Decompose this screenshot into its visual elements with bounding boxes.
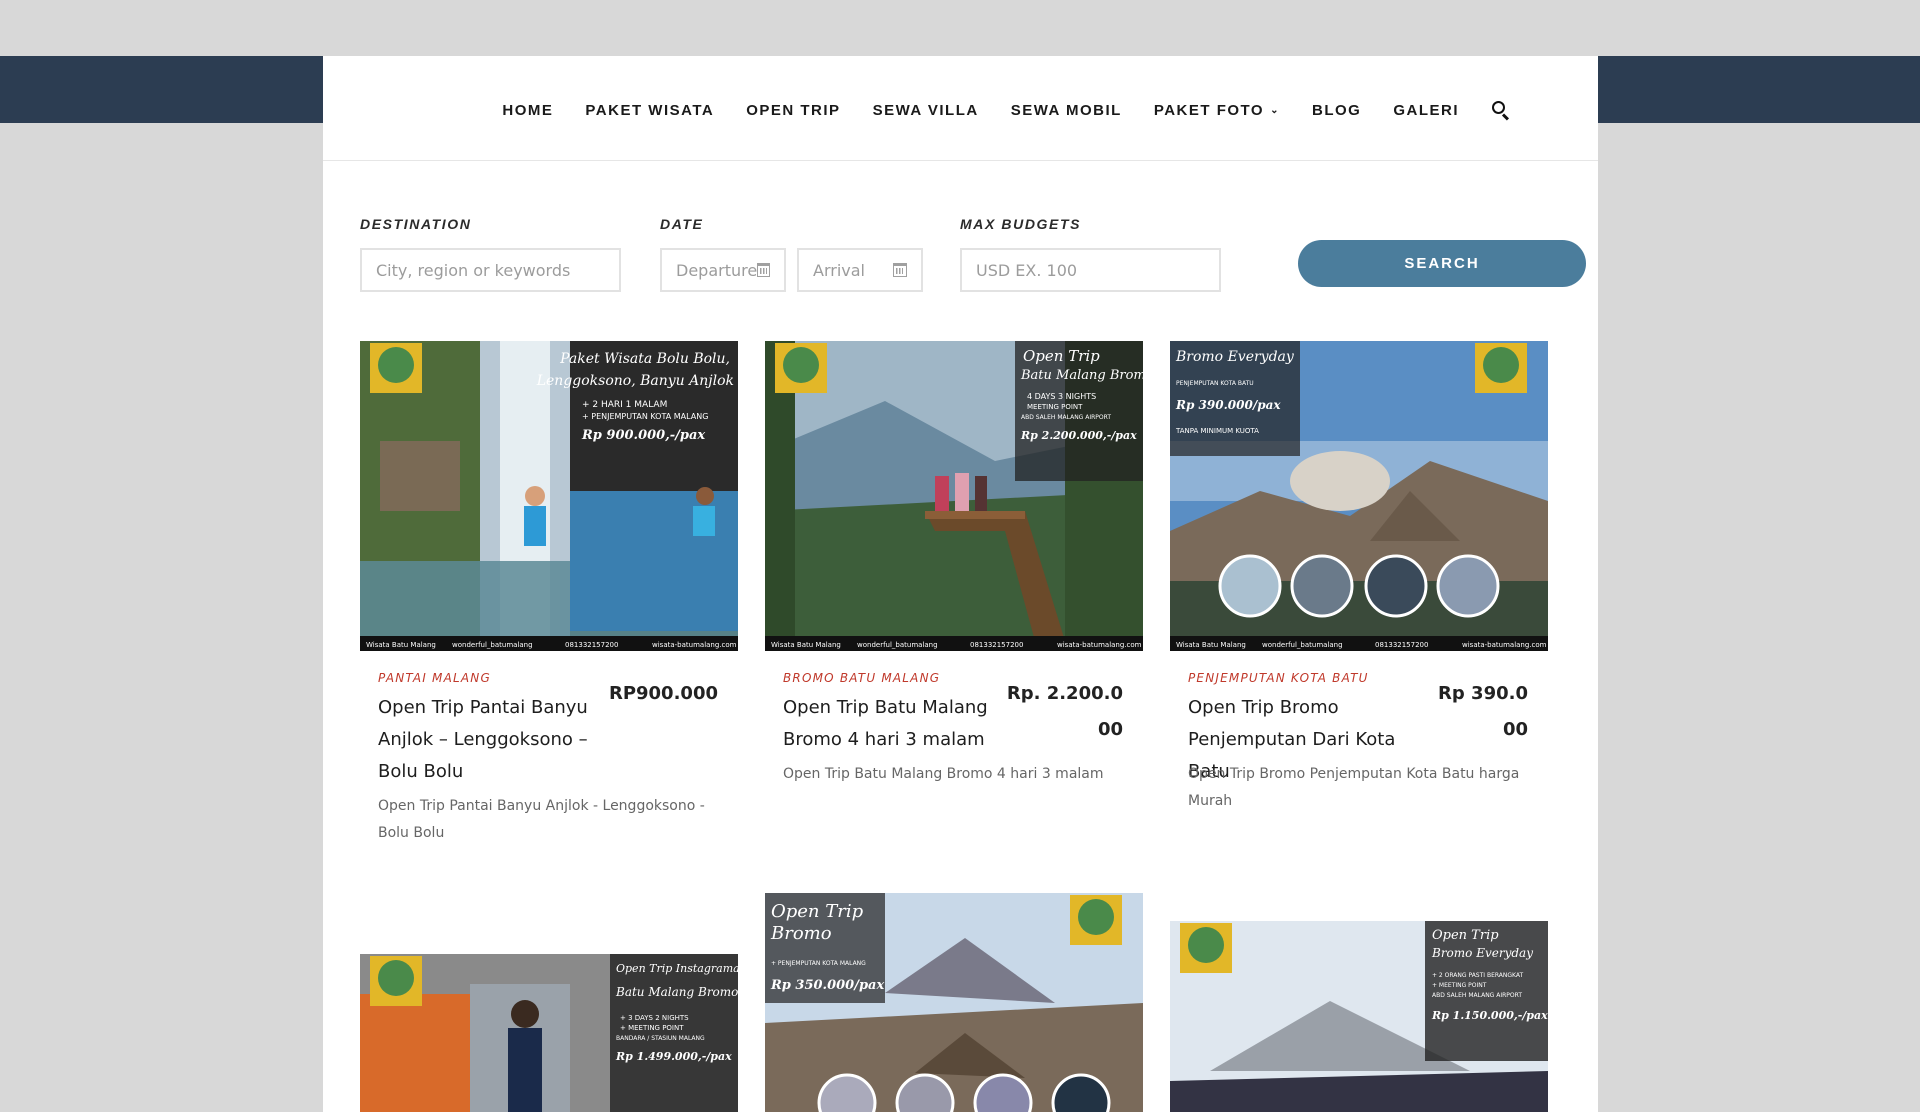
trip-image[interactable]: Bromo Everyday PENJEMPUTAN KOTA BATU Rp … (1170, 341, 1548, 651)
image-footer-text: 081332157200 (565, 641, 618, 649)
image-caption: + 2 HARI 1 MALAM (582, 400, 667, 410)
nav-home[interactable]: HOME (502, 102, 553, 119)
image-caption: Open Trip (1023, 347, 1100, 365)
calendar-icon (893, 263, 907, 277)
image-caption: Batu Malang Bromo (1020, 368, 1143, 383)
trip-price: Rp 390.000 (1438, 683, 1528, 740)
image-caption: MEETING POINT (1027, 403, 1083, 411)
nav-open-trip[interactable]: OPEN TRIP (746, 102, 840, 119)
image-caption: PENJEMPUTAN KOTA BATU (1176, 380, 1254, 387)
trip-category[interactable]: PANTAI MALANG (378, 671, 491, 685)
trip-image[interactable]: Open Trip Bromo Everyday + 2 ORANG PASTI… (1170, 921, 1548, 1112)
nav-sewa-mobil[interactable]: SEWA MOBIL (1011, 102, 1122, 119)
trip-image[interactable]: Paket Wisata Bolu Bolu, Lenggoksono, Ban… (360, 341, 738, 651)
trip-price: RP900.000 (608, 683, 718, 704)
image-caption: Rp 1.150.000,-/pax (1431, 1009, 1548, 1022)
departure-input[interactable]: Departure (660, 248, 786, 292)
image-caption: Rp 390.000/pax (1175, 398, 1281, 412)
trip-description: Open Trip Bromo Penjemputan Kota Batu ha… (1188, 766, 1520, 809)
trip-price: Rp. 2.200.000 (1006, 683, 1123, 740)
image-caption: Bromo (770, 923, 832, 944)
image-caption: 4 DAYS 3 NIGHTS (1027, 392, 1096, 401)
image-footer-text: wonderful_batumalang (857, 641, 938, 649)
arrival-placeholder: Arrival (813, 260, 865, 280)
trip-title[interactable]: Open Trip Batu Malang Bromo 4 hari 3 mal… (783, 692, 998, 756)
image-footer-text: Wisata Batu Malang (366, 641, 436, 649)
nav-galeri[interactable]: GALERI (1393, 102, 1459, 119)
image-footer-text: 081332157200 (1375, 641, 1428, 649)
trip-category[interactable]: BROMO BATU MALANG (783, 671, 940, 685)
image-caption: TANPA MINIMUM KUOTA (1175, 427, 1259, 435)
image-caption: Rp 2.200.000,-/pax (1020, 429, 1137, 442)
trip-description: Open Trip Pantai Banyu Anjlok - Lenggoks… (378, 798, 705, 841)
destination-input[interactable]: City, region or keywords (360, 248, 621, 292)
image-footer-text: wisata-batumalang.com (652, 641, 737, 649)
main-nav: HOME PAKET WISATA OPEN TRIP SEWA VILLA S… (470, 100, 1511, 121)
image-caption: Open Trip Instagramable (616, 962, 738, 975)
nav-paket-wisata[interactable]: PAKET WISATA (585, 102, 714, 119)
nav-blog[interactable]: BLOG (1312, 102, 1361, 119)
search-button[interactable]: SEARCH (1298, 240, 1586, 287)
image-footer-text: Wisata Batu Malang (771, 641, 841, 649)
destination-label: DESTINATION (360, 216, 472, 232)
arrival-input[interactable]: Arrival (797, 248, 923, 292)
budget-placeholder: USD EX. 100 (976, 260, 1078, 280)
budget-input[interactable]: USD EX. 100 (960, 248, 1221, 292)
trip-title[interactable]: Open Trip Pantai Banyu Anjlok – Lenggoks… (378, 692, 593, 788)
image-caption: + 3 DAYS 2 NIGHTS (620, 1014, 689, 1022)
image-caption: + PENJEMPUTAN KOTA MALANG (582, 412, 708, 421)
date-label: DATE (660, 216, 704, 232)
destination-placeholder: City, region or keywords (376, 260, 571, 280)
image-caption: Rp 1.499.000,-/pax (615, 1050, 732, 1063)
image-caption: Open Trip (1432, 928, 1499, 943)
image-footer-text: wonderful_batumalang (452, 641, 533, 649)
image-caption: + MEETING POINT (620, 1024, 684, 1032)
trip-image[interactable]: Open Trip Instagramable Batu Malang Brom… (360, 954, 738, 1112)
image-footer-text: wonderful_batumalang (1262, 641, 1343, 649)
image-caption: + PENJEMPUTAN KOTA MALANG (771, 960, 866, 967)
page-container: HOME PAKET WISATA OPEN TRIP SEWA VILLA S… (323, 56, 1598, 1112)
chevron-down-icon: ⌄ (1270, 104, 1280, 116)
calendar-icon (757, 263, 770, 277)
nav-sewa-villa[interactable]: SEWA VILLA (873, 102, 979, 119)
image-caption: ABD SALEH MALANG AIRPORT (1021, 414, 1111, 421)
image-footer-text: Wisata Batu Malang (1176, 641, 1246, 649)
image-caption: Lenggoksono, Banyu Anjlok (536, 373, 734, 389)
image-footer-text: wisata-batumalang.com (1462, 641, 1547, 649)
nav-paket-foto-label: PAKET FOTO (1153, 101, 1265, 119)
image-footer-text: 081332157200 (970, 641, 1023, 649)
trip-image[interactable]: Open Trip Bromo + PENJEMPUTAN KOTA MALAN… (765, 893, 1143, 1112)
image-footer-text: wisata-batumalang.com (1057, 641, 1142, 649)
trip-image[interactable]: Open Trip Batu Malang Bromo 4 DAYS 3 NIG… (765, 341, 1143, 651)
image-caption: Batu Malang Bromo (615, 985, 738, 999)
budget-label: MAX BUDGETS (960, 216, 1082, 232)
site-header: HOME PAKET WISATA OPEN TRIP SEWA VILLA S… (323, 56, 1598, 161)
image-caption: Rp 350.000/pax (770, 978, 884, 993)
search-icon[interactable] (1491, 100, 1511, 121)
image-caption: + 2 ORANG PASTI BERANGKAT (1432, 972, 1523, 979)
image-caption: Open Trip (771, 901, 864, 922)
image-caption: Bromo Everyday (1175, 349, 1295, 365)
trip-search-form: DESTINATION City, region or keywords DAT… (360, 216, 1586, 296)
departure-placeholder: Departure (676, 260, 758, 280)
image-caption: Rp 900.000,-/pax (581, 428, 705, 443)
image-caption: ABD SALEH MALANG AIRPORT (1432, 992, 1522, 999)
trip-category[interactable]: PENJEMPUTAN KOTA BATU (1188, 671, 1369, 685)
image-caption: Paket Wisata Bolu Bolu, (559, 351, 730, 367)
image-caption: + MEETING POINT (1432, 982, 1487, 989)
trip-description: Open Trip Batu Malang Bromo 4 hari 3 mal… (783, 766, 1104, 782)
image-caption: Bromo Everyday (1431, 946, 1533, 960)
nav-paket-foto[interactable]: PAKET FOTO ⌄ (1154, 102, 1280, 119)
image-caption: BANDARA / STASIUN MALANG (616, 1035, 705, 1042)
